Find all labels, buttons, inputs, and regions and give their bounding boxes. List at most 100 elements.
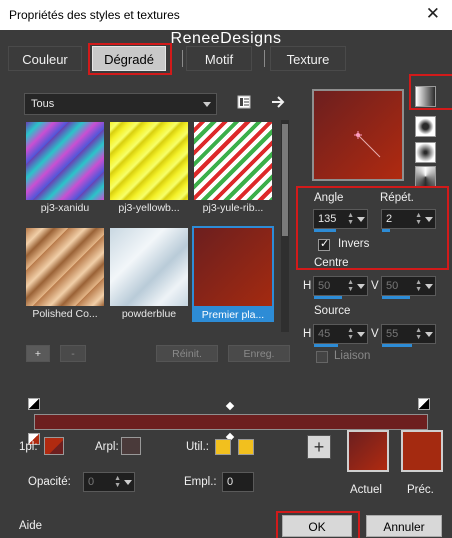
spin-arrows-icon[interactable]: ▲ ▼ [415, 279, 422, 293]
ok-button[interactable]: OK [282, 515, 352, 537]
radial-gradient-style-icon[interactable] [415, 166, 436, 187]
link-checkbox[interactable] [316, 351, 328, 363]
spin-arrows-icon[interactable]: ▲ ▼ [415, 212, 422, 226]
save-button[interactable]: Enreg. [228, 345, 290, 362]
category-select[interactable]: Tous [24, 93, 217, 115]
tab-degrade[interactable]: Dégradé [92, 46, 166, 71]
thumbnail-label: Polished Co... [32, 308, 98, 320]
bg-stop-label: Arpl: [95, 441, 119, 453]
linear-gradient-style-icon[interactable] [415, 86, 436, 107]
help-label[interactable]: Aide [19, 520, 42, 532]
gradient-thumbnail[interactable] [26, 228, 104, 306]
chevron-down-icon[interactable] [124, 480, 132, 485]
thumbnail-label: pj3-xanidu [40, 202, 90, 214]
title-bar: Propriétés des styles et textures ✕ [0, 0, 452, 30]
source-h-spinner[interactable]: 45 ▲ ▼ [313, 324, 368, 347]
invert-label: Invers [338, 238, 370, 250]
opacity-label: Opacité: [28, 476, 71, 488]
stop-label: 1pl: [19, 441, 38, 453]
gradient-thumbnail[interactable] [110, 228, 188, 306]
gradient-direction-icon [354, 131, 381, 158]
source-v-spinner[interactable]: 55 ▲ ▼ [381, 324, 436, 347]
source-v-slider[interactable] [382, 344, 412, 347]
gradient-preview[interactable] [312, 89, 404, 181]
chevron-down-icon[interactable] [357, 332, 365, 337]
remove-button[interactable]: - [60, 345, 86, 362]
bg-stop-color-swatch[interactable] [121, 437, 141, 455]
opacity-spinner[interactable]: 0 ▲ ▼ [83, 472, 135, 492]
gradient-thumbnail[interactable] [26, 122, 104, 200]
location-field[interactable]: 0 [222, 472, 254, 492]
stop-color-swatch[interactable] [44, 437, 64, 455]
center-h-spinner[interactable]: 50 ▲ ▼ [313, 276, 368, 299]
spin-arrows-icon[interactable]: ▲ ▼ [114, 475, 121, 489]
tab-separator [182, 50, 183, 67]
source-label: Source [314, 305, 351, 317]
previous-swatch[interactable] [401, 430, 443, 472]
spin-arrows-icon[interactable]: ▲ ▼ [347, 327, 354, 341]
center-v-slider[interactable] [382, 296, 410, 299]
gradient-bar[interactable] [34, 414, 428, 430]
tab-couleur[interactable]: Couleur [8, 46, 82, 71]
library-scrollbar[interactable] [281, 120, 289, 332]
add-button[interactable]: + [26, 345, 50, 362]
thumbnail-label: powderblue [121, 308, 177, 320]
category-value: Tous [31, 98, 55, 110]
chevron-down-icon[interactable] [425, 332, 433, 337]
add-gradient-icon[interactable]: + [307, 435, 331, 459]
invert-checkbox[interactable] [318, 237, 330, 251]
gradient-thumbnail[interactable] [110, 122, 188, 200]
rectangular-gradient-style-icon[interactable] [415, 116, 436, 137]
angle-spinner[interactable]: 135 ▲ ▼ [313, 209, 368, 232]
sunburst-gradient-style-icon[interactable] [415, 142, 436, 163]
center-v-spinner[interactable]: 50 ▲ ▼ [381, 276, 436, 299]
tab-texture[interactable]: Texture [270, 46, 346, 71]
repeat-spinner[interactable]: 2 ▲ ▼ [381, 209, 436, 232]
use-bg-swatch[interactable] [238, 439, 254, 455]
center-h-slider[interactable] [314, 296, 342, 299]
gradient-thumbnail[interactable] [194, 122, 272, 200]
opacity-midpoint-diamond[interactable] [225, 401, 235, 411]
tab-motif[interactable]: Motif [186, 46, 252, 71]
reset-button[interactable]: Réinit. [156, 345, 218, 362]
close-icon[interactable]: ✕ [426, 4, 440, 24]
opacity-value: 0 [88, 476, 95, 488]
spin-arrows-icon[interactable]: ▲ ▼ [415, 327, 422, 341]
top-right-stop-marker[interactable] [418, 398, 430, 410]
top-left-stop-marker[interactable] [28, 398, 40, 410]
use-label: Util.: [186, 441, 209, 453]
angle-value: 135 [318, 213, 337, 225]
cancel-button[interactable]: Annuler [366, 515, 442, 537]
use-fg-swatch[interactable] [215, 439, 231, 455]
spin-arrows-icon[interactable]: ▲ ▼ [347, 212, 354, 226]
chevron-down-icon[interactable] [357, 284, 365, 289]
angle-label: Angle [314, 192, 344, 204]
arrow-right-icon[interactable] [270, 94, 286, 110]
angle-slider[interactable] [314, 229, 336, 232]
repeat-label: Répét. [380, 192, 414, 204]
library-menu-icon[interactable] [236, 94, 252, 110]
center-h-value: 50 [318, 280, 331, 292]
source-v-label: V [371, 328, 379, 340]
thumbnail-label: pj3-yule-rib... [202, 202, 264, 214]
current-swatch[interactable] [347, 430, 389, 472]
repeat-value: 2 [386, 213, 393, 225]
repeat-slider[interactable] [382, 229, 390, 232]
source-v-value: 55 [386, 328, 399, 340]
center-v-label: V [371, 280, 379, 292]
center-h-label: H [303, 280, 312, 292]
source-h-slider[interactable] [314, 344, 338, 347]
chevron-down-icon[interactable] [425, 217, 433, 222]
spin-arrows-icon[interactable]: ▲ ▼ [347, 279, 354, 293]
center-v-value: 50 [386, 280, 399, 292]
previous-label: Préc. [407, 484, 434, 496]
dialog-body: ReneeDesigns Couleur Dégradé Motif Textu… [0, 30, 452, 538]
gradient-thumbnail-selected[interactable] [192, 226, 274, 308]
chevron-down-icon[interactable] [425, 284, 433, 289]
thumbnail-label: pj3-yellowb... [118, 202, 180, 214]
chevron-down-icon[interactable] [357, 217, 365, 222]
thumbnail-label: Premier pla... [192, 308, 274, 322]
center-label: Centre [314, 257, 349, 269]
scrollbar-thumb[interactable] [282, 124, 288, 236]
current-label: Actuel [350, 484, 382, 496]
